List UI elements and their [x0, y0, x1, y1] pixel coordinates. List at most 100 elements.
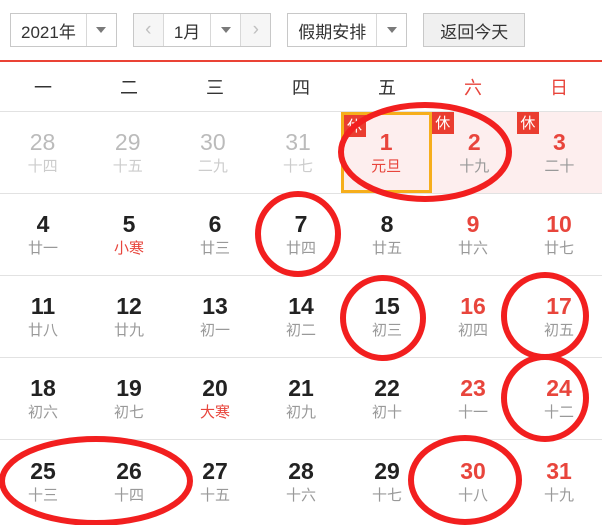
- lunar-label: 二九: [197, 158, 228, 176]
- lunar-label: 元旦: [371, 158, 402, 176]
- day-number: 4: [36, 211, 50, 238]
- day-cell-19[interactable]: 19 初七: [86, 358, 172, 439]
- lunar-label: 廿九: [113, 322, 144, 340]
- day-cell-16[interactable]: 16 初四: [430, 276, 516, 357]
- calendar-grid: 一二三四五六日 28 十四 29 十五 30 二九 31 十七休 1 元旦休 2 十九休 3 二十 4 廿一 5…: [0, 60, 602, 522]
- lunar-label: 初七: [113, 404, 144, 422]
- day-cell-4[interactable]: 4 廿一: [0, 194, 86, 275]
- day-cell-28[interactable]: 28 十六: [258, 440, 344, 522]
- day-cell-8[interactable]: 8 廿五: [344, 194, 430, 275]
- day-cell-1[interactable]: 休 1 元旦: [340, 112, 432, 193]
- day-cell-14[interactable]: 14 初二: [258, 276, 344, 357]
- calendar-week-row: 11 廿八 12 廿九 13 初一 14 初二 15 初三 16 初四 17 初五: [0, 276, 602, 358]
- lunar-label: 十九: [459, 158, 490, 176]
- weekday-header-5: 六: [464, 77, 482, 98]
- day-cell-3[interactable]: 休 3 二十: [516, 112, 602, 193]
- day-cell-12[interactable]: 12 廿九: [86, 276, 172, 357]
- day-cell-5[interactable]: 5 小寒: [86, 194, 172, 275]
- day-cell-31[interactable]: 31 十九: [516, 440, 602, 522]
- weekday-header-row: 一二三四五六日: [0, 62, 602, 112]
- day-number: 31: [546, 457, 572, 484]
- weekday-header-4: 五: [378, 77, 396, 98]
- lunar-label: 廿三: [199, 240, 230, 258]
- day-number: 2: [467, 129, 481, 156]
- day-number: 29: [374, 457, 400, 484]
- day-cell-24[interactable]: 24 十二: [516, 358, 602, 439]
- day-cell-10[interactable]: 10 廿七: [516, 194, 602, 275]
- day-number: 11: [30, 293, 56, 320]
- day-number: 23: [460, 375, 486, 402]
- day-number: 12: [116, 293, 142, 320]
- holiday-schedule-selector[interactable]: 假期安排: [287, 13, 408, 47]
- lunar-label: 廿四: [285, 240, 316, 258]
- day-number: 28: [288, 457, 314, 484]
- year-value[interactable]: 2021年: [11, 14, 86, 46]
- day-cell-31[interactable]: 31 十七: [255, 112, 340, 193]
- calendar-week-row: 4 廿一 5 小寒 6 廿三 7 廿四 8 廿五 9 廿六 10 廿七: [0, 194, 602, 276]
- month-dropdown-chevron-down-icon[interactable]: [210, 14, 241, 46]
- day-cell-30[interactable]: 30 十八: [430, 440, 516, 522]
- calendar-weeks: 28 十四 29 十五 30 二九 31 十七休 1 元旦休 2 十九休 3 二十 4 廿一 5 小寒 6 廿三 7 廿四…: [0, 112, 602, 522]
- day-number: 6: [208, 211, 222, 238]
- day-cell-27[interactable]: 27 十五: [172, 440, 258, 522]
- chevron-down-icon: [96, 27, 107, 33]
- lunar-label: 十七: [282, 158, 313, 176]
- day-number: 29: [114, 129, 141, 156]
- day-number: 10: [546, 211, 572, 238]
- rest-day-badge: 休: [431, 112, 454, 134]
- back-to-today-button[interactable]: 返回今天: [423, 13, 526, 47]
- day-number: 27: [202, 457, 228, 484]
- day-cell-29[interactable]: 29 十七: [344, 440, 430, 522]
- day-number: 19: [116, 375, 142, 402]
- year-selector[interactable]: 2021年: [10, 13, 117, 47]
- day-cell-22[interactable]: 22 初十: [344, 358, 430, 439]
- day-cell-6[interactable]: 6 廿三: [172, 194, 258, 275]
- calendar-week-row: 25 十三 26 十四 27 十五 28 十六 29 十七 30 十八 31 十九: [0, 440, 602, 522]
- lunar-label: 大寒: [199, 404, 230, 422]
- next-month-button[interactable]: ›: [240, 14, 271, 46]
- lunar-label: 廿一: [27, 240, 58, 258]
- holiday-dropdown-chevron-down-icon[interactable]: [376, 14, 407, 46]
- day-cell-30[interactable]: 30 二九: [170, 112, 255, 193]
- lunar-label: 十五: [199, 486, 230, 504]
- day-cell-13[interactable]: 13 初一: [172, 276, 258, 357]
- day-cell-18[interactable]: 18 初六: [0, 358, 86, 439]
- prev-month-button[interactable]: ‹: [133, 14, 164, 46]
- day-cell-28[interactable]: 28 十四: [0, 112, 85, 193]
- day-cell-11[interactable]: 11 廿八: [0, 276, 86, 357]
- chevron-down-icon: [220, 27, 231, 33]
- rest-day-badge: 休: [343, 115, 366, 137]
- lunar-label: 廿五: [371, 240, 402, 258]
- month-selector[interactable]: ‹ 1月 ›: [132, 13, 272, 47]
- day-cell-23[interactable]: 23 十一: [430, 358, 516, 439]
- lunar-label: 小寒: [113, 240, 144, 258]
- lunar-label: 廿八: [27, 322, 58, 340]
- day-number: 9: [466, 211, 480, 238]
- year-dropdown-chevron-down-icon[interactable]: [85, 14, 116, 46]
- lunar-label: 十六: [285, 486, 316, 504]
- holiday-schedule-label[interactable]: 假期安排: [288, 14, 377, 46]
- chevron-down-icon: [386, 27, 397, 33]
- day-number: 31: [285, 129, 311, 156]
- lunar-label: 十五: [112, 158, 143, 176]
- day-cell-29[interactable]: 29 十五: [85, 112, 170, 193]
- day-cell-7[interactable]: 7 廿四: [258, 194, 344, 275]
- day-number: 30: [200, 129, 226, 156]
- lunar-label: 二十: [544, 158, 575, 176]
- weekday-header-0: 一: [34, 77, 52, 98]
- weekday-header-6: 日: [550, 77, 568, 98]
- day-number: 22: [374, 375, 400, 402]
- day-cell-20[interactable]: 20 大寒: [172, 358, 258, 439]
- month-value[interactable]: 1月: [163, 14, 211, 46]
- day-cell-2[interactable]: 休 2 十九: [431, 112, 517, 193]
- lunar-label: 初十: [371, 404, 402, 422]
- day-cell-26[interactable]: 26 十四: [86, 440, 172, 522]
- day-cell-9[interactable]: 9 廿六: [430, 194, 516, 275]
- day-cell-21[interactable]: 21 初九: [258, 358, 344, 439]
- lunar-label: 十一: [457, 404, 488, 422]
- day-cell-17[interactable]: 17 初五: [516, 276, 602, 357]
- day-cell-25[interactable]: 25 十三: [0, 440, 86, 522]
- lunar-label: 初二: [285, 322, 316, 340]
- weekday-header-1: 二: [120, 77, 138, 98]
- day-cell-15[interactable]: 15 初三: [344, 276, 430, 357]
